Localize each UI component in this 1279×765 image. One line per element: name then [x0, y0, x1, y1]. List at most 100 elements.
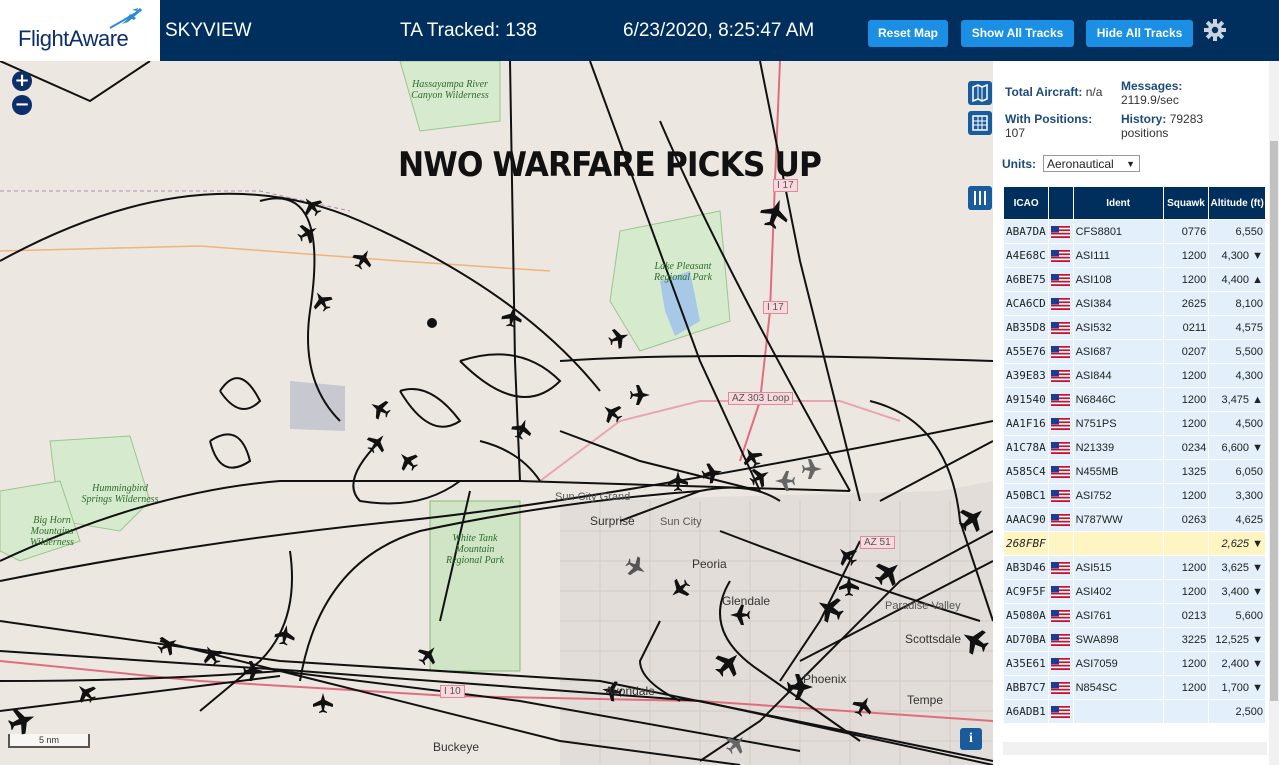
ident-cell: ASI7059: [1073, 652, 1163, 675]
table-row[interactable]: ABB7C7 N854SC 1200 1,700 ▼: [1004, 676, 1265, 699]
us-flag-icon: [1051, 513, 1071, 526]
us-flag-icon: [1051, 273, 1071, 286]
city-label: Scottsdale: [905, 632, 962, 646]
park-label: Hummingbird Springs Wilderness: [81, 483, 159, 505]
columns-toggle-button[interactable]: [968, 186, 992, 210]
altitude-cell: 6,550: [1209, 220, 1265, 243]
aircraft-table: ICAO Ident Squawk Altitude (ft) ABA7DA CF…: [1003, 186, 1266, 724]
ident-cell: ASI532: [1073, 316, 1163, 339]
table-row[interactable]: AA1F16 N751PS 1200 4,500: [1004, 412, 1265, 435]
squawk-cell: 1200: [1163, 364, 1209, 387]
squawk-cell: 1200: [1163, 580, 1209, 603]
altitude-value: 2,625: [1221, 537, 1250, 550]
column-header-squawk[interactable]: Squawk: [1163, 187, 1209, 219]
trend-icon: ▼: [1252, 249, 1263, 262]
aircraft-icon: [297, 224, 317, 244]
table-row[interactable]: ACA6CD ASI384 2625 8,100: [1004, 292, 1265, 315]
column-header-altitude[interactable]: Altitude (ft): [1209, 187, 1265, 219]
hide-all-tracks-button[interactable]: Hide All Tracks: [1086, 20, 1193, 47]
table-row[interactable]: A50BC1 ASI752 1200 3,300: [1004, 484, 1265, 507]
ident-cell: ASI687: [1073, 340, 1163, 363]
squawk-cell: 1200: [1163, 268, 1209, 291]
squawk-cell: 0213: [1163, 604, 1209, 627]
map-layers-button[interactable]: [968, 81, 992, 105]
flightaware-logo[interactable]: FlightAware: [0, 0, 160, 61]
table-row[interactable]: AB35D8 ASI532 0211 4,575: [1004, 316, 1265, 339]
icao-cell: ACA6CD: [1004, 292, 1049, 315]
altitude-value: 3,475: [1221, 393, 1250, 406]
squawk-cell: 1200: [1163, 556, 1209, 579]
altitude-value: 6,550: [1235, 225, 1263, 238]
table-row[interactable]: A55E76 ASI687 0207 5,500: [1004, 340, 1265, 363]
us-flag-icon: [1051, 249, 1071, 262]
aircraft-icon: [501, 307, 522, 328]
total-aircraft-label: Total Aircraft:: [1005, 85, 1083, 99]
table-row[interactable]: AD70BA SWA898 3225 12,525 ▼: [1004, 628, 1265, 651]
table-row[interactable]: A5080A ASI761 0213 5,600: [1004, 604, 1265, 627]
dropdown-arrow-icon: ▼: [1126, 159, 1135, 169]
us-flag-icon: [1051, 417, 1071, 430]
us-flag-icon: [1051, 225, 1071, 238]
icao-cell: ABA7DA: [1004, 220, 1049, 243]
grid-toggle-button[interactable]: [968, 111, 992, 135]
table-row[interactable]: A585C4 N455MB 1325 6,050: [1004, 460, 1265, 483]
park-label: White Tank Mountain Regional Park: [445, 533, 505, 566]
horizontal-scrollbar[interactable]: [1003, 742, 1267, 755]
units-select[interactable]: Aeronautical ▼: [1043, 155, 1140, 172]
table-row[interactable]: A91540 N6846C 1200 3,475 ▲: [1004, 388, 1265, 411]
icao-cell: AB3D46: [1004, 556, 1049, 579]
altitude-value: 3,300: [1235, 489, 1263, 502]
reset-map-button[interactable]: Reset Map: [868, 20, 948, 47]
altitude-value: 8,100: [1235, 297, 1263, 310]
ident-cell: ASI515: [1073, 556, 1163, 579]
us-flag-icon: [1051, 393, 1071, 406]
altitude-value: 2,400: [1221, 657, 1250, 670]
squawk-cell: [1163, 700, 1209, 723]
table-row[interactable]: AB3D46 ASI515 1200 3,625 ▼: [1004, 556, 1265, 579]
altitude-cell: 3,475 ▲: [1209, 388, 1265, 411]
ident-cell: ASI402: [1073, 580, 1163, 603]
squawk-cell: 1200: [1163, 652, 1209, 675]
table-row[interactable]: A1C78A N21339 0234 6,600 ▼: [1004, 436, 1265, 459]
table-row[interactable]: AC9F5F ASI402 1200 3,400 ▼: [1004, 580, 1265, 603]
altitude-value: 4,575: [1235, 321, 1263, 334]
gear-icon[interactable]: [1203, 18, 1227, 42]
history-label: History:: [1121, 112, 1167, 126]
city-label: Glendale: [722, 594, 771, 608]
scrollbar-thumb[interactable]: [1270, 141, 1278, 701]
flag-cell: [1049, 292, 1073, 315]
zoom-in-button[interactable]: +: [12, 71, 32, 91]
columns-icon: [974, 191, 986, 205]
aircraft-icon: [400, 453, 418, 471]
sidebar-scrollbar[interactable]: [1269, 61, 1279, 765]
map-view[interactable]: + − NWO WARFARE PICKS UP Hassayampa Rive…: [0, 61, 993, 765]
altitude-cell: 4,300: [1209, 364, 1265, 387]
table-row[interactable]: A35E61 ASI7059 1200 2,400 ▼: [1004, 652, 1265, 675]
flag-cell: [1049, 364, 1073, 387]
zoom-out-button[interactable]: −: [12, 95, 32, 115]
column-header-icao[interactable]: ICAO: [1004, 187, 1049, 219]
icao-cell: A4E68C: [1004, 244, 1049, 267]
trend-icon: ▼: [1252, 681, 1263, 694]
altitude-cell: 4,575: [1209, 316, 1265, 339]
aircraft-icon: [802, 459, 822, 479]
column-header-flag[interactable]: [1049, 187, 1073, 219]
us-flag-icon: [1051, 321, 1071, 334]
history-stat: History: 79283 positions: [1121, 112, 1203, 140]
squawk-cell: 1200: [1163, 484, 1209, 507]
table-row[interactable]: A39E83 ASI844 1200 4,300: [1004, 364, 1265, 387]
show-all-tracks-button[interactable]: Show All Tracks: [961, 20, 1074, 47]
column-header-ident[interactable]: Ident: [1073, 187, 1163, 219]
table-row[interactable]: A4E68C ASI111 1200 4,300 ▼: [1004, 244, 1265, 267]
flag-cell: [1049, 556, 1073, 579]
table-row[interactable]: A6BE75 ASI108 1200 4,400 ▲: [1004, 268, 1265, 291]
us-flag-icon: [1051, 705, 1071, 718]
table-row[interactable]: 268FBF 2,625 ▼: [1004, 532, 1265, 555]
table-row[interactable]: AAAC90 N787WW 0263 4,625: [1004, 508, 1265, 531]
altitude-cell: 12,525 ▼: [1209, 628, 1265, 651]
info-button[interactable]: i: [960, 728, 982, 750]
flag-cell: [1049, 676, 1073, 699]
table-row[interactable]: ABA7DA CFS8801 0776 6,550: [1004, 220, 1265, 243]
table-row[interactable]: A6ADB1 2,500: [1004, 700, 1265, 723]
highway-shield: I 10: [440, 685, 465, 698]
